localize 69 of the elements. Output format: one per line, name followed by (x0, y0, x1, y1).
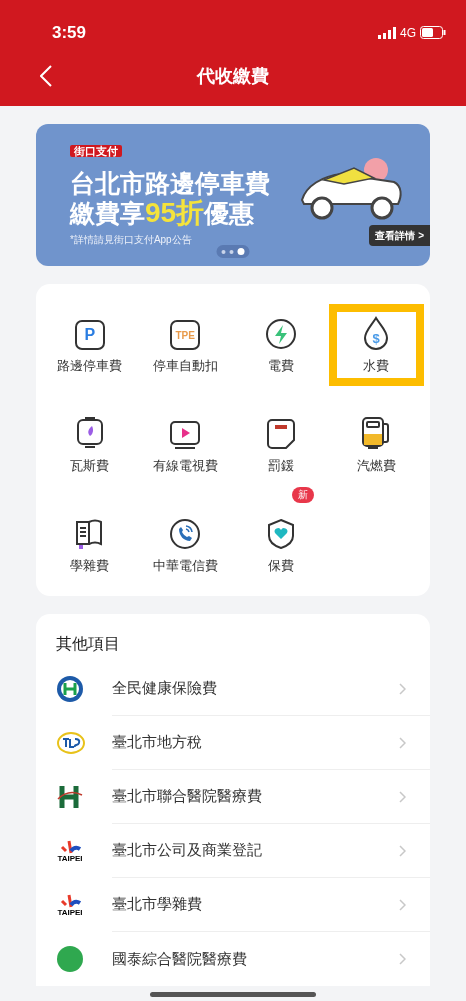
tax-emblem-icon (56, 729, 86, 757)
item-label: 國泰綜合醫院醫療費 (112, 948, 248, 969)
service-item[interactable]: 瓦斯費 (42, 404, 138, 486)
list-item[interactable]: TAIPEI 臺北市學雜費 (56, 878, 430, 932)
round-logo-icon (56, 945, 84, 973)
service-item[interactable]: TPE 停車自動扣 (137, 304, 233, 386)
ticket-icon (265, 418, 296, 450)
brand-logo: 街口支付 (70, 145, 122, 157)
service-item[interactable]: 汽燃費 (328, 404, 424, 486)
list-item[interactable]: 全民健康保險費 (56, 662, 430, 716)
new-badge: 新 (292, 487, 315, 503)
parking-icon: P (74, 320, 105, 350)
service-label: 有線電視費 (152, 458, 218, 474)
item-label: 臺北市公司及商業登記 (112, 840, 263, 861)
item-label: 臺北市聯合醫院醫療費 (112, 786, 263, 807)
service-label: 瓦斯費 (70, 458, 110, 474)
service-item[interactable]: 罰鍰 (233, 404, 329, 486)
fuel-pump-icon (361, 416, 392, 450)
service-label: 保費 (267, 558, 294, 574)
service-item[interactable]: 學雜費 (42, 504, 138, 586)
service-label: 水費 (363, 358, 390, 374)
tv-play-icon (169, 420, 202, 450)
chevron-icon (399, 736, 406, 749)
service-label: 電費 (267, 358, 294, 374)
network-label: 4G (400, 24, 416, 42)
service-item[interactable]: 中華電信費 (137, 504, 233, 586)
city-logo: TAIPEI (56, 893, 84, 917)
service-label: 中華電信費 (152, 558, 218, 574)
battery-icon (420, 26, 446, 40)
item-label: 全民健康保險費 (112, 678, 218, 699)
lightning-icon (264, 318, 297, 350)
gas-meter-icon (75, 416, 104, 450)
carousel-dots (216, 245, 250, 258)
parking-badge-icon: TPE (170, 320, 201, 350)
service-item[interactable]: 電費 (233, 304, 329, 386)
chevron-icon (399, 844, 406, 857)
chevron-icon (399, 953, 406, 965)
letter-h-emblem-icon (56, 783, 84, 811)
service-label: 罰鍰 (267, 458, 294, 474)
service-item[interactable]: 保費 (233, 504, 329, 586)
page-title: 代收繳費 (197, 64, 269, 88)
list-item[interactable]: 臺北市地方稅 (56, 716, 430, 770)
banner-headline: 台北市路邊停車費 繳費享95折優惠 (70, 168, 270, 228)
status-time: 3:59 (52, 22, 87, 44)
service-item[interactable]: 有線電視費 (137, 404, 233, 486)
list-item[interactable]: 臺北市聯合醫院醫療費 (56, 770, 430, 824)
service-label: 路邊停車費 (57, 358, 123, 374)
service-item[interactable]: P 路邊停車費 (42, 304, 138, 386)
details-button[interactable]: 查看詳情 > (369, 225, 430, 246)
chevron-icon (399, 790, 406, 803)
item-label: 臺北市學雜費 (112, 894, 203, 915)
list-item[interactable]: TAIPEI 臺北市公司及商業登記 (56, 824, 430, 878)
signal-icon (378, 26, 396, 39)
shield-heart-icon (265, 518, 296, 550)
chevron-icon (399, 898, 406, 911)
item-label: 臺北市地方稅 (112, 732, 203, 753)
health-emblem-icon (56, 675, 84, 703)
service-label: 汽燃費 (356, 458, 396, 474)
banner-note: *詳情請見街口支付App公告 (70, 233, 192, 247)
service-label: 停車自動扣 (152, 358, 218, 374)
phone-icon (169, 518, 202, 550)
back-icon[interactable] (40, 65, 52, 87)
chevron-icon (399, 682, 406, 695)
promo-banner[interactable]: 街口支付 台北市路邊停車費 繳費享95折優惠 *詳情請見街口支付App公告 查看詳情 > (36, 124, 430, 266)
city-logo: TAIPEI (56, 839, 84, 863)
service-item[interactable]: $ 水費 (328, 304, 424, 386)
section-title: 其他項目 (56, 634, 121, 654)
list-item[interactable]: 國泰綜合醫院醫療費 (56, 932, 430, 986)
service-label: 學雜費 (70, 558, 110, 574)
